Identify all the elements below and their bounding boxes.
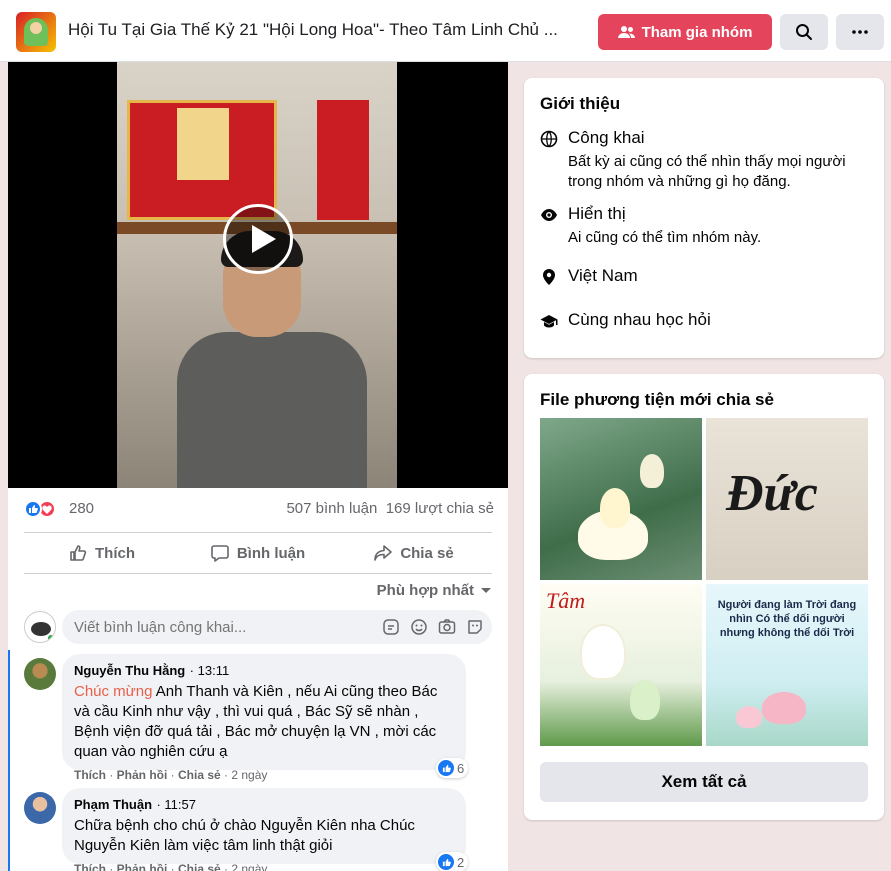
comment-like-link[interactable]: Thích bbox=[74, 862, 106, 871]
comment-like-count[interactable]: 2 bbox=[436, 852, 469, 871]
visibility-info: Hiển thị Ai cũng có thể tìm nhóm này. bbox=[540, 204, 870, 248]
comment-age[interactable]: 2 ngày bbox=[231, 862, 267, 871]
eye-icon bbox=[541, 209, 557, 221]
comment-reply-link[interactable]: Phản hồi bbox=[117, 862, 168, 871]
visibility-description: Ai cũng có thể tìm nhóm này. bbox=[568, 229, 762, 246]
sort-label: Phù hợp nhất bbox=[376, 582, 474, 599]
comment-share-link[interactable]: Chia sẻ bbox=[178, 768, 221, 782]
share-count[interactable]: 169 lượt chia sẻ bbox=[386, 500, 494, 517]
location-info: Việt Nam bbox=[540, 266, 870, 290]
graduation-cap-icon bbox=[540, 315, 558, 328]
group-header: Hội Tu Tại Gia Thế Kỷ 21 "Hội Long Hoa"-… bbox=[0, 0, 891, 62]
comment-icon bbox=[211, 545, 229, 562]
emoji-icon[interactable] bbox=[410, 618, 428, 636]
globe-icon bbox=[540, 130, 558, 148]
privacy-info: Công khai Bất kỳ ai cũng có thể nhìn thấ… bbox=[540, 128, 870, 190]
commenter-avatar[interactable] bbox=[24, 658, 56, 690]
commenter-name[interactable]: Nguyễn Thu Hằng bbox=[74, 663, 185, 678]
media-caption: Tâm bbox=[546, 588, 586, 613]
comment-count[interactable]: 507 bình luận bbox=[286, 500, 377, 517]
comment-bubble: Phạm Thuận · 11:57 Chữa bệnh cho chú ở c… bbox=[62, 788, 466, 864]
category-label: Cùng nhau học hỏi bbox=[568, 310, 711, 329]
media-tile[interactable]: Đức bbox=[706, 418, 868, 580]
play-icon[interactable] bbox=[223, 204, 293, 274]
people-icon bbox=[617, 26, 635, 38]
video-player[interactable] bbox=[8, 62, 508, 488]
like-reaction-icon bbox=[438, 760, 454, 776]
like-button[interactable]: Thích bbox=[24, 533, 180, 573]
media-card: File phương tiện mới chia sẻ Đức Tâm Ngư… bbox=[524, 374, 884, 820]
comment-text: Chúc mừng Anh Thanh và Kiên , nếu Ai cũn… bbox=[74, 683, 438, 760]
camera-icon[interactable] bbox=[438, 618, 456, 636]
comment-reply-link[interactable]: Phản hồi bbox=[117, 768, 168, 782]
thumbs-up-icon bbox=[70, 545, 87, 561]
privacy-description: Bất kỳ ai cũng có thể nhìn thấy mọi ngườ… bbox=[568, 153, 846, 190]
share-button[interactable]: Chia sẻ bbox=[336, 533, 492, 573]
avatar-sticker-icon[interactable] bbox=[466, 618, 484, 636]
share-label: Chia sẻ bbox=[400, 544, 454, 562]
search-icon bbox=[796, 24, 812, 40]
current-user-avatar[interactable] bbox=[24, 611, 56, 643]
location-label[interactable]: Việt Nam bbox=[568, 266, 638, 286]
comment-time[interactable]: 11:57 bbox=[164, 797, 196, 812]
post-stats: 280 507 bình luận 169 lượt chia sẻ bbox=[24, 498, 494, 520]
category-info: Cùng nhau học hỏi bbox=[540, 310, 870, 334]
comment-bubble: Nguyễn Thu Hằng · 13:11 Chúc mừng Anh Th… bbox=[62, 654, 466, 770]
comment-actions: Thích · Phản hồi · Chia sẻ · 2 ngày bbox=[74, 862, 267, 871]
search-button[interactable] bbox=[780, 14, 828, 50]
media-caption: Người đang làm Trời đang nhìn Có thể dối… bbox=[717, 599, 857, 639]
post-column: 280 507 bình luận 169 lượt chia sẻ Thích… bbox=[8, 62, 508, 871]
comment-like-link[interactable]: Thích bbox=[74, 768, 106, 782]
reaction-count[interactable]: 280 bbox=[69, 500, 94, 517]
media-tile[interactable] bbox=[540, 418, 702, 580]
caret-down-icon bbox=[481, 587, 491, 593]
comment-button[interactable]: Bình luận bbox=[180, 533, 336, 573]
comment-text: Chữa bệnh cho chú ở chào Nguyễn Kiên nha… bbox=[74, 817, 415, 854]
about-card: Giới thiệu Công khai Bất kỳ ai cũng có t… bbox=[524, 78, 884, 358]
comment-age[interactable]: 2 ngày bbox=[231, 768, 267, 782]
comment-actions: Thích · Phản hồi · Chia sẻ · 2 ngày bbox=[74, 768, 268, 782]
like-reaction-icon bbox=[438, 854, 454, 870]
online-status-icon bbox=[46, 633, 55, 642]
join-group-label: Tham gia nhóm bbox=[641, 23, 753, 41]
like-reaction-icon bbox=[24, 500, 42, 518]
join-group-button[interactable]: Tham gia nhóm bbox=[598, 14, 772, 50]
group-avatar[interactable] bbox=[16, 12, 56, 52]
comment-composer bbox=[24, 610, 494, 646]
comment-sort-dropdown[interactable]: Phù hợp nhất bbox=[377, 582, 492, 599]
comment-item: Phạm Thuận · 11:57 Chữa bệnh cho chú ở c… bbox=[24, 788, 494, 871]
about-title: Giới thiệu bbox=[540, 94, 621, 113]
reaction-icons[interactable] bbox=[24, 500, 64, 518]
video-thumbnail bbox=[117, 62, 397, 488]
share-icon bbox=[374, 545, 393, 561]
sticker-icon[interactable] bbox=[382, 618, 400, 636]
media-caption: Đức bbox=[726, 465, 818, 522]
comment-share-link[interactable]: Chia sẻ bbox=[178, 862, 221, 871]
privacy-label: Công khai bbox=[568, 128, 645, 147]
commenter-name[interactable]: Phạm Thuận bbox=[74, 797, 152, 812]
comment-time[interactable]: 13:11 bbox=[198, 663, 230, 678]
thread-indicator bbox=[8, 650, 10, 871]
post-action-bar: Thích Bình luận Chia sẻ bbox=[24, 532, 492, 574]
visibility-label: Hiển thị bbox=[568, 204, 626, 223]
media-tile[interactable]: Tâm bbox=[540, 584, 702, 746]
highlight-text: Chúc mừng bbox=[74, 683, 153, 700]
see-all-media-button[interactable]: Xem tất cả bbox=[540, 762, 868, 802]
media-tile[interactable]: Người đang làm Trời đang nhìn Có thể dối… bbox=[706, 584, 868, 746]
comment-item: Nguyễn Thu Hằng · 13:11 Chúc mừng Anh Th… bbox=[24, 654, 494, 784]
commenter-avatar[interactable] bbox=[24, 792, 56, 824]
comment-like-count[interactable]: 6 bbox=[436, 758, 469, 778]
comment-label: Bình luận bbox=[236, 544, 306, 562]
more-options-button[interactable] bbox=[836, 14, 884, 50]
like-label: Thích bbox=[95, 544, 135, 562]
group-title[interactable]: Hội Tu Tại Gia Thế Kỷ 21 "Hội Long Hoa"-… bbox=[68, 20, 568, 40]
media-title: File phương tiện mới chia sẻ bbox=[540, 390, 774, 409]
media-grid: Đức Tâm Người đang làm Trời đang nhìn Có… bbox=[540, 418, 868, 746]
more-dots-icon bbox=[852, 30, 868, 34]
location-pin-icon bbox=[543, 269, 555, 285]
